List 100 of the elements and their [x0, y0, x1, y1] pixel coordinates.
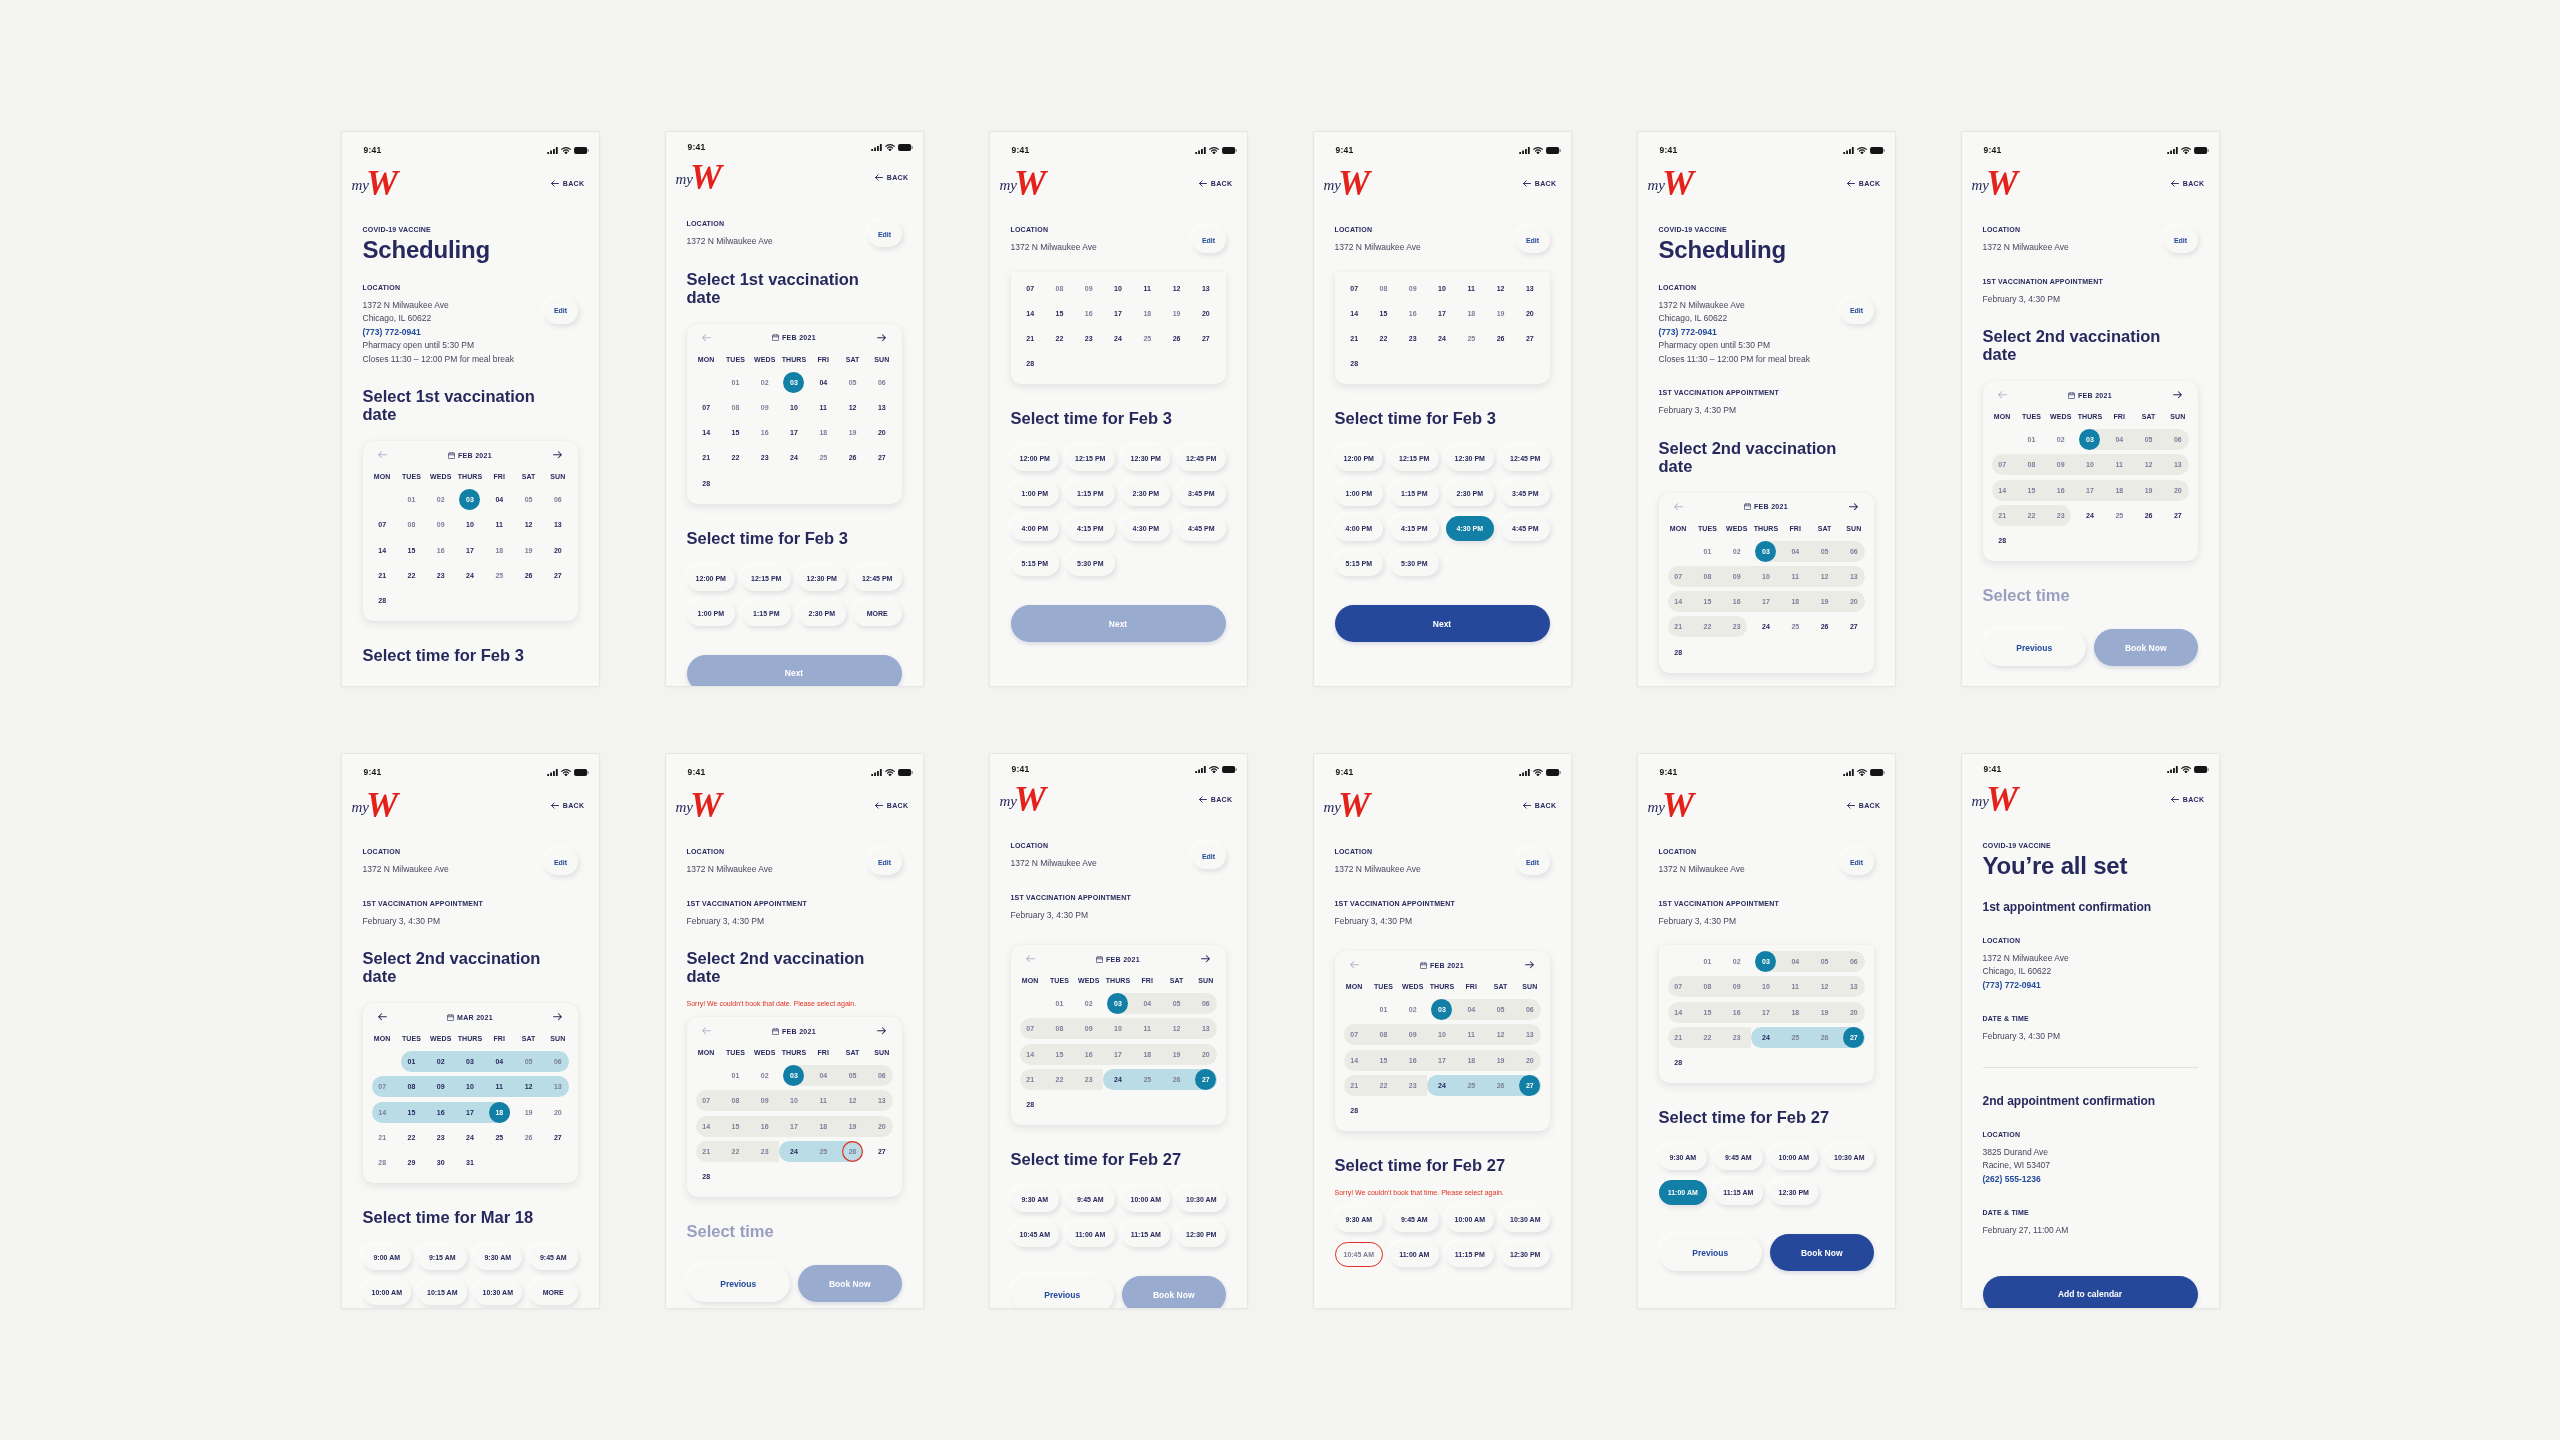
section-heading: Select time for Feb 3 [1010, 409, 1173, 428]
arrow-left-icon [1846, 179, 1855, 187]
calendar-icon [447, 1013, 455, 1021]
battery-icon [1545, 768, 1561, 776]
page-title: Scheduling [362, 236, 491, 263]
status-time: 9:41 [687, 142, 706, 152]
wifi-icon [1208, 765, 1219, 773]
next-month-button[interactable] [553, 1013, 563, 1021]
arrow-left-icon [1846, 801, 1855, 809]
status-time: 9:41 [1335, 145, 1354, 155]
arrow-left-icon [1673, 502, 1683, 511]
secondary-button[interactable]: Previous [1982, 629, 2086, 667]
arrow-right-icon [1849, 502, 1859, 511]
info-text: February 3, 4:30 PM [1982, 1030, 2060, 1043]
battery-icon [1221, 146, 1237, 154]
info-text: February 3, 4:30 PM [362, 914, 440, 928]
info-text: February 3, 4:30 PM [1658, 914, 1736, 928]
arrow-left-icon [550, 801, 559, 809]
page-title: Scheduling [1658, 236, 1787, 263]
status-time: 9:41 [1335, 767, 1354, 777]
primary-button[interactable]: Book Now [1770, 1234, 1874, 1272]
signal-icon [1842, 146, 1854, 154]
arrow-left-icon [550, 179, 559, 187]
battery-icon [1869, 146, 1885, 154]
section-heading: Select 2nd vaccination date [1982, 327, 2162, 363]
secondary-button[interactable]: Previous [686, 1265, 790, 1303]
section-heading: Select time for Feb 3 [362, 646, 525, 665]
wifi-icon [2180, 146, 2191, 154]
wifi-icon [1856, 146, 1867, 154]
phone-link[interactable]: (262) 555-1236 [1982, 1172, 2041, 1186]
battery-icon [2193, 765, 2209, 773]
info-text: 1372 N Milwaukee Ave [1982, 951, 2069, 965]
info-text: 1372 N Milwaukee Ave [1658, 863, 1745, 876]
info-text: 1372 N Milwaukee Ave [362, 298, 449, 312]
phone-link[interactable]: (773) 772-0941 [1982, 978, 2041, 992]
signal-icon [870, 768, 882, 776]
info-text: February 3, 4:30 PM [686, 914, 764, 928]
next-month-button[interactable] [877, 333, 887, 342]
info-text: Chicago, IL 60622 [1982, 965, 2052, 978]
previous-month-button[interactable] [377, 1013, 387, 1021]
arrow-right-icon [1201, 955, 1211, 963]
info-text: 1372 N Milwaukee Ave [1010, 241, 1097, 254]
page-title: You’re all set [1982, 852, 2129, 879]
wifi-icon [2180, 765, 2191, 773]
section-heading: Select time for Mar 18 [362, 1208, 535, 1227]
primary-button[interactable]: Next [1334, 605, 1550, 643]
info-text: Pharmacy open until 5:30 PM [1658, 339, 1770, 352]
info-text: Chicago, IL 60622 [362, 312, 432, 325]
info-text: February 3, 4:30 PM [1010, 908, 1088, 922]
arrow-right-icon [2173, 391, 2183, 399]
info-text: February 27, 11:00 AM [1982, 1224, 2069, 1237]
calendar-icon [772, 1027, 780, 1035]
arrow-left-icon [377, 451, 387, 459]
arrow-left-icon [1349, 961, 1359, 969]
section-heading: Select 1st vaccination date [686, 269, 860, 306]
next-month-button[interactable] [2173, 391, 2183, 399]
battery-icon [1221, 765, 1237, 773]
signal-icon [546, 768, 558, 776]
info-text: 1372 N Milwaukee Ave [1010, 857, 1097, 870]
calendar-icon [448, 451, 456, 459]
info-text: 1372 N Milwaukee Ave [1334, 863, 1421, 876]
calendar-icon [1744, 503, 1752, 510]
section-heading: Select 2nd vaccination date [362, 949, 542, 985]
signal-icon [870, 143, 882, 151]
next-month-button[interactable] [1849, 502, 1859, 511]
arrow-right-icon [1525, 961, 1535, 969]
calendar-icon [1420, 961, 1428, 969]
arrow-right-icon [553, 1013, 563, 1021]
next-month-button[interactable] [1201, 955, 1211, 963]
status-time: 9:41 [1983, 764, 2002, 774]
next-month-button[interactable] [877, 1027, 887, 1035]
wifi-icon [560, 768, 571, 776]
battery-icon [1545, 146, 1561, 154]
wifi-icon [1856, 768, 1867, 776]
info-text: Pharmacy open until 5:30 PM [362, 339, 474, 352]
section-subheading: 1st appointment confirmation [1982, 899, 2153, 914]
signal-icon [2166, 765, 2178, 773]
arrow-left-icon [1198, 795, 1207, 803]
battery-icon [897, 768, 913, 776]
calendar-icon [2068, 391, 2076, 399]
wifi-icon [1532, 146, 1543, 154]
arrow-right-icon [877, 333, 887, 342]
arrow-right-icon [553, 451, 563, 459]
signal-icon [1518, 146, 1530, 154]
calendar-icon [772, 334, 780, 341]
secondary-button[interactable]: Previous [1658, 1234, 1762, 1272]
arrow-left-icon [2170, 179, 2179, 187]
next-month-button[interactable] [553, 451, 563, 459]
next-month-button[interactable] [1525, 961, 1535, 969]
info-text: Chicago, IL 60622 [1658, 312, 1728, 325]
arrow-left-icon [1198, 179, 1207, 187]
secondary-button[interactable]: Previous [1010, 1276, 1114, 1308]
section-subheading: 2nd appointment confirmation [1982, 1093, 2157, 1108]
signal-icon [546, 146, 558, 154]
primary-button[interactable]: Add to calendar [1982, 1275, 2198, 1308]
status-time: 9:41 [687, 767, 706, 777]
phone-link[interactable]: (773) 772-0941 [1658, 325, 1717, 339]
info-text: Closes 11:30 – 12:00 PM for meal break [1658, 352, 1810, 366]
phone-link[interactable]: (773) 772-0941 [362, 325, 421, 339]
signal-icon [1518, 768, 1530, 776]
